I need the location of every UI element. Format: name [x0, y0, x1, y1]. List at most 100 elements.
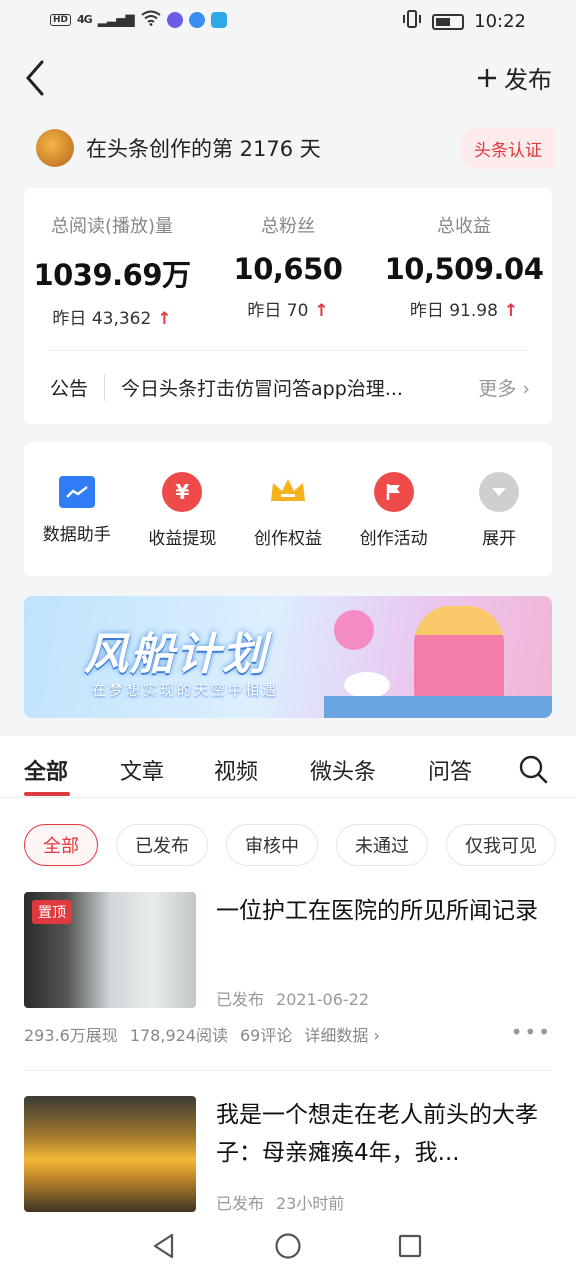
chart-icon [58, 476, 95, 508]
more-options-icon[interactable]: ••• [511, 1020, 552, 1044]
crown-icon [268, 472, 308, 512]
stat-label: 总粉丝 [261, 216, 315, 237]
tab-micro-posts[interactable]: 微头条 [310, 754, 376, 786]
tool-withdraw[interactable]: ¥ 收益提现 [132, 472, 232, 576]
tool-creator-benefits[interactable]: 创作权益 [238, 472, 338, 576]
status-bar: HD 4G ▂▃▅▇ 10:22 [0, 0, 576, 44]
article-detail-link[interactable]: 详细数据 › [304, 1022, 380, 1046]
stat-total-income[interactable]: 总收益 10,509.04 昨日 91.98 ↑ [376, 212, 552, 321]
pinned-badge: 置顶 [32, 900, 72, 924]
divider [24, 1070, 552, 1071]
stat-value: 10,650 [233, 252, 343, 286]
article-status: 已发布 [216, 1194, 265, 1213]
notice-more-link[interactable]: 更多 › [478, 374, 530, 401]
tool-label: 展开 [482, 529, 517, 549]
banner-title: 风船计划 [84, 629, 268, 680]
tool-label: 收益提现 [148, 529, 217, 549]
tab-qa[interactable]: 问答 [428, 754, 472, 786]
roof-illustration [324, 696, 552, 718]
stats-card: 总阅读(播放)量 1039.69万 昨日 43,362 ↑ 总粉丝 10,650 … [24, 188, 552, 424]
tab-all[interactable]: 全部 [24, 754, 68, 786]
filter-published[interactable]: 已发布 [116, 824, 208, 866]
up-arrow-icon: ↑ [314, 301, 329, 321]
wifi-icon [141, 10, 161, 29]
tools-card: 数据助手 ¥ 收益提现 创作权益 创作活动 展开 [24, 442, 552, 576]
signal-icon: ▂▃▅▇ [97, 12, 135, 27]
cat-illustration [344, 672, 390, 698]
filter-all[interactable]: 全部 [24, 824, 98, 866]
header: 发布 [0, 44, 576, 110]
article-status: 已发布 [216, 990, 265, 1009]
divider [48, 350, 528, 351]
tool-label: 创作权益 [253, 529, 322, 549]
telegram-app-icon [188, 11, 205, 28]
article-thumbnail: 置顶 [24, 892, 196, 1008]
tool-expand[interactable]: 展开 [449, 472, 549, 576]
flag-icon [373, 472, 414, 512]
stat-label: 总收益 [437, 216, 491, 237]
active-tab-indicator [24, 792, 70, 796]
back-arrow-icon [26, 60, 44, 96]
stat-total-reads[interactable]: 总阅读(播放)量 1039.69万 昨日 43,362 ↑ [24, 212, 200, 329]
tab-videos[interactable]: 视频 [214, 754, 258, 786]
stat-label: 总阅读(播放)量 [50, 216, 174, 237]
article-title: 一位护工在医院的所见所闻记录 [216, 898, 538, 924]
tool-creator-events[interactable]: 创作活动 [344, 472, 444, 576]
status-left: HD 4G ▂▃▅▇ [50, 10, 227, 29]
article-date: 2021-06-22 [276, 990, 369, 1009]
nav-home-icon[interactable] [274, 1232, 302, 1260]
content-tabs: 全部 文章 视频 微头条 问答 [0, 736, 576, 798]
status-right: 10:22 [402, 10, 526, 33]
article-date: 23小时前 [276, 1194, 345, 1213]
publish-button[interactable]: 发布 [476, 60, 552, 95]
creator-days-text: 在头条创作的第 2176 天 [86, 137, 321, 161]
notice-row[interactable]: 公告 今日头条打击仿冒问答app治理... 更多 › [50, 374, 530, 401]
notice-tag: 公告 [50, 374, 106, 401]
tab-articles[interactable]: 文章 [120, 754, 164, 786]
yuan-icon: ¥ [162, 472, 203, 512]
stat-yesterday: 昨日 70 ↑ [247, 301, 329, 321]
article-item[interactable]: 置顶 一位护工在医院的所见所闻记录 已发布 2021-06-22 293.6万展现… [24, 892, 552, 1072]
network-label: 4G [77, 13, 93, 26]
filter-reviewing[interactable]: 审核中 [226, 824, 318, 866]
article-stats: 293.6万展现 178,924阅读 69评论 详细数据 › [24, 1022, 380, 1046]
system-nav-bar [0, 1212, 576, 1280]
verify-badge[interactable]: 头条认证 [460, 128, 556, 169]
publish-label: 发布 [504, 66, 552, 94]
stat-value: 1039.69万 [33, 258, 191, 292]
creator-level-icon [36, 129, 74, 167]
article-meta: 已发布 23小时前 [216, 1190, 344, 1214]
up-arrow-icon: ↑ [157, 309, 172, 329]
stat-yesterday: 昨日 43,362 ↑ [52, 309, 172, 329]
plus-icon [478, 68, 496, 87]
notice-text[interactable]: 今日头条打击仿冒问答app治理... [121, 374, 462, 401]
clock: 10:22 [474, 11, 526, 32]
search-icon[interactable] [518, 754, 548, 784]
article-comments: 69评论 [239, 1026, 293, 1045]
vibrate-icon [402, 10, 422, 33]
weather-app-icon [210, 11, 227, 28]
article-thumbnail [24, 1096, 196, 1212]
tool-label: 创作活动 [359, 529, 428, 549]
music-app-icon [166, 11, 183, 28]
hd-badge: HD [50, 13, 72, 26]
article-item[interactable]: 我是一个想走在老人前头的大孝子：母亲瘫痪4年，我... 已发布 23小时前 [24, 1096, 552, 1216]
promo-banner[interactable]: 风船计划 在梦想实现的天空中相遇 [24, 596, 552, 718]
stat-value: 10,509.04 [384, 252, 544, 286]
stat-total-fans[interactable]: 总粉丝 10,650 昨日 70 ↑ [200, 212, 376, 321]
back-button[interactable] [22, 58, 52, 98]
article-title: 我是一个想走在老人前头的大孝子：母亲瘫痪4年，我... [216, 1102, 538, 1166]
battery-icon [432, 13, 465, 30]
creator-row: 在头条创作的第 2176 天 头条认证 [36, 126, 556, 170]
stat-yesterday: 昨日 91.98 ↑ [409, 301, 519, 321]
filter-rejected[interactable]: 未通过 [336, 824, 428, 866]
nav-recents-icon[interactable] [396, 1232, 424, 1260]
up-arrow-icon: ↑ [503, 301, 519, 321]
expand-icon [479, 472, 520, 512]
status-filters: 全部 已发布 审核中 未通过 仅我可见 [24, 824, 556, 866]
nav-back-icon[interactable] [150, 1232, 178, 1260]
tool-data-assistant[interactable]: 数据助手 [27, 472, 127, 576]
filter-private[interactable]: 仅我可见 [446, 824, 556, 866]
tool-label: 数据助手 [42, 525, 111, 545]
article-meta: 已发布 2021-06-22 [216, 986, 369, 1010]
